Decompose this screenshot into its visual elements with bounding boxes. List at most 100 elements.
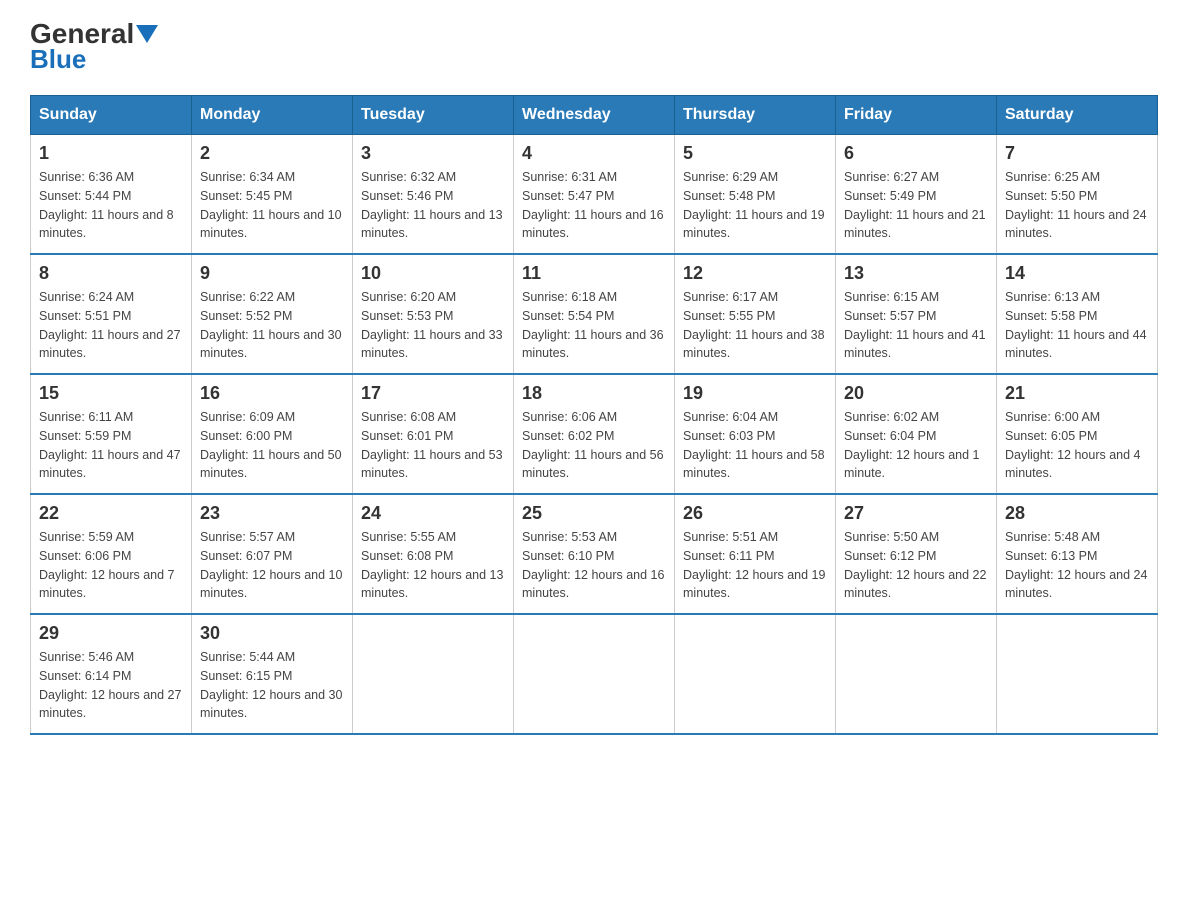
week-row-1: 1 Sunrise: 6:36 AMSunset: 5:44 PMDaylight… <box>31 135 1158 255</box>
day-cell: 12 Sunrise: 6:17 AMSunset: 5:55 PMDayligh… <box>675 254 836 374</box>
week-row-2: 8Sunrise: 6:24 AMSunset: 5:51 PMDaylight… <box>31 254 1158 374</box>
day-cell: 25 Sunrise: 5:53 AMSunset: 6:10 PMDayligh… <box>514 494 675 614</box>
day-cell: 8Sunrise: 6:24 AMSunset: 5:51 PMDaylight… <box>31 254 192 374</box>
day-cell: 5 Sunrise: 6:29 AMSunset: 5:48 PMDaylight… <box>675 135 836 255</box>
logo: General Blue <box>30 20 158 75</box>
day-info: Sunrise: 5:53 AMSunset: 6:10 PMDaylight:… <box>522 528 666 603</box>
days-header-row: SundayMondayTuesdayWednesdayThursdayFrid… <box>31 96 1158 135</box>
day-cell <box>836 614 997 734</box>
day-cell: 21 Sunrise: 6:00 AMSunset: 6:05 PMDayligh… <box>997 374 1158 494</box>
day-info: Sunrise: 6:15 AMSunset: 5:57 PMDaylight:… <box>844 288 988 363</box>
day-cell: 27 Sunrise: 5:50 AMSunset: 6:12 PMDayligh… <box>836 494 997 614</box>
day-number: 11 <box>522 263 666 284</box>
day-cell: 2 Sunrise: 6:34 AMSunset: 5:45 PMDaylight… <box>192 135 353 255</box>
header-thursday: Thursday <box>675 96 836 135</box>
day-info: Sunrise: 6:25 AMSunset: 5:50 PMDaylight:… <box>1005 168 1149 243</box>
header-wednesday: Wednesday <box>514 96 675 135</box>
day-number: 4 <box>522 143 666 164</box>
day-cell: 28 Sunrise: 5:48 AMSunset: 6:13 PMDayligh… <box>997 494 1158 614</box>
day-info: Sunrise: 5:51 AMSunset: 6:11 PMDaylight:… <box>683 528 827 603</box>
day-info: Sunrise: 6:09 AMSunset: 6:00 PMDaylight:… <box>200 408 344 483</box>
day-number: 30 <box>200 623 344 644</box>
day-info: Sunrise: 5:57 AMSunset: 6:07 PMDaylight:… <box>200 528 344 603</box>
day-cell: 15Sunrise: 6:11 AMSunset: 5:59 PMDayligh… <box>31 374 192 494</box>
day-info: Sunrise: 6:08 AMSunset: 6:01 PMDaylight:… <box>361 408 505 483</box>
logo-blue: Blue <box>30 44 86 75</box>
day-number: 16 <box>200 383 344 404</box>
day-cell: 14 Sunrise: 6:13 AMSunset: 5:58 PMDayligh… <box>997 254 1158 374</box>
day-number: 21 <box>1005 383 1149 404</box>
day-info: Sunrise: 5:55 AMSunset: 6:08 PMDaylight:… <box>361 528 505 603</box>
day-cell: 3 Sunrise: 6:32 AMSunset: 5:46 PMDaylight… <box>353 135 514 255</box>
day-number: 22 <box>39 503 183 524</box>
week-row-3: 15Sunrise: 6:11 AMSunset: 5:59 PMDayligh… <box>31 374 1158 494</box>
day-number: 15 <box>39 383 183 404</box>
day-info: Sunrise: 5:46 AMSunset: 6:14 PMDaylight:… <box>39 648 183 723</box>
day-info: Sunrise: 5:59 AMSunset: 6:06 PMDaylight:… <box>39 528 183 603</box>
header-monday: Monday <box>192 96 353 135</box>
day-number: 12 <box>683 263 827 284</box>
day-info: Sunrise: 6:04 AMSunset: 6:03 PMDaylight:… <box>683 408 827 483</box>
day-info: Sunrise: 6:17 AMSunset: 5:55 PMDaylight:… <box>683 288 827 363</box>
day-cell <box>675 614 836 734</box>
day-number: 1 <box>39 143 183 164</box>
week-row-5: 29 Sunrise: 5:46 AMSunset: 6:14 PMDayligh… <box>31 614 1158 734</box>
day-info: Sunrise: 6:20 AMSunset: 5:53 PMDaylight:… <box>361 288 505 363</box>
day-number: 28 <box>1005 503 1149 524</box>
header-sunday: Sunday <box>31 96 192 135</box>
day-cell: 11 Sunrise: 6:18 AMSunset: 5:54 PMDayligh… <box>514 254 675 374</box>
day-info: Sunrise: 6:31 AMSunset: 5:47 PMDaylight:… <box>522 168 666 243</box>
day-number: 10 <box>361 263 505 284</box>
day-info: Sunrise: 6:22 AMSunset: 5:52 PMDaylight:… <box>200 288 344 363</box>
day-cell <box>997 614 1158 734</box>
day-number: 7 <box>1005 143 1149 164</box>
day-info: Sunrise: 6:02 AMSunset: 6:04 PMDaylight:… <box>844 408 988 483</box>
day-info: Sunrise: 6:13 AMSunset: 5:58 PMDaylight:… <box>1005 288 1149 363</box>
day-info: Sunrise: 5:44 AMSunset: 6:15 PMDaylight:… <box>200 648 344 723</box>
day-info: Sunrise: 6:34 AMSunset: 5:45 PMDaylight:… <box>200 168 344 243</box>
day-info: Sunrise: 6:32 AMSunset: 5:46 PMDaylight:… <box>361 168 505 243</box>
day-cell <box>514 614 675 734</box>
day-info: Sunrise: 6:36 AMSunset: 5:44 PMDaylight:… <box>39 168 183 243</box>
day-cell: 18Sunrise: 6:06 AMSunset: 6:02 PMDayligh… <box>514 374 675 494</box>
day-cell: 30 Sunrise: 5:44 AMSunset: 6:15 PMDayligh… <box>192 614 353 734</box>
day-cell: 24Sunrise: 5:55 AMSunset: 6:08 PMDayligh… <box>353 494 514 614</box>
day-number: 20 <box>844 383 988 404</box>
day-cell: 10 Sunrise: 6:20 AMSunset: 5:53 PMDayligh… <box>353 254 514 374</box>
header: General Blue <box>30 20 1158 75</box>
day-cell: 4 Sunrise: 6:31 AMSunset: 5:47 PMDaylight… <box>514 135 675 255</box>
day-cell: 23 Sunrise: 5:57 AMSunset: 6:07 PMDayligh… <box>192 494 353 614</box>
day-number: 8 <box>39 263 183 284</box>
header-friday: Friday <box>836 96 997 135</box>
day-info: Sunrise: 5:50 AMSunset: 6:12 PMDaylight:… <box>844 528 988 603</box>
day-number: 3 <box>361 143 505 164</box>
day-cell: 1 Sunrise: 6:36 AMSunset: 5:44 PMDaylight… <box>31 135 192 255</box>
logo-triangle-icon <box>136 25 158 43</box>
day-info: Sunrise: 6:29 AMSunset: 5:48 PMDaylight:… <box>683 168 827 243</box>
day-cell: 22 Sunrise: 5:59 AMSunset: 6:06 PMDayligh… <box>31 494 192 614</box>
day-number: 14 <box>1005 263 1149 284</box>
day-info: Sunrise: 6:00 AMSunset: 6:05 PMDaylight:… <box>1005 408 1149 483</box>
day-number: 2 <box>200 143 344 164</box>
day-number: 5 <box>683 143 827 164</box>
day-info: Sunrise: 6:18 AMSunset: 5:54 PMDaylight:… <box>522 288 666 363</box>
day-cell: 16 Sunrise: 6:09 AMSunset: 6:00 PMDayligh… <box>192 374 353 494</box>
day-number: 26 <box>683 503 827 524</box>
day-info: Sunrise: 5:48 AMSunset: 6:13 PMDaylight:… <box>1005 528 1149 603</box>
day-number: 29 <box>39 623 183 644</box>
day-number: 17 <box>361 383 505 404</box>
day-number: 27 <box>844 503 988 524</box>
day-info: Sunrise: 6:27 AMSunset: 5:49 PMDaylight:… <box>844 168 988 243</box>
day-cell: 7 Sunrise: 6:25 AMSunset: 5:50 PMDaylight… <box>997 135 1158 255</box>
day-cell: 13 Sunrise: 6:15 AMSunset: 5:57 PMDayligh… <box>836 254 997 374</box>
day-number: 19 <box>683 383 827 404</box>
day-number: 23 <box>200 503 344 524</box>
header-saturday: Saturday <box>997 96 1158 135</box>
day-number: 18 <box>522 383 666 404</box>
day-number: 13 <box>844 263 988 284</box>
day-cell: 29 Sunrise: 5:46 AMSunset: 6:14 PMDayligh… <box>31 614 192 734</box>
day-number: 9 <box>200 263 344 284</box>
day-number: 25 <box>522 503 666 524</box>
day-cell: 17 Sunrise: 6:08 AMSunset: 6:01 PMDayligh… <box>353 374 514 494</box>
day-number: 6 <box>844 143 988 164</box>
